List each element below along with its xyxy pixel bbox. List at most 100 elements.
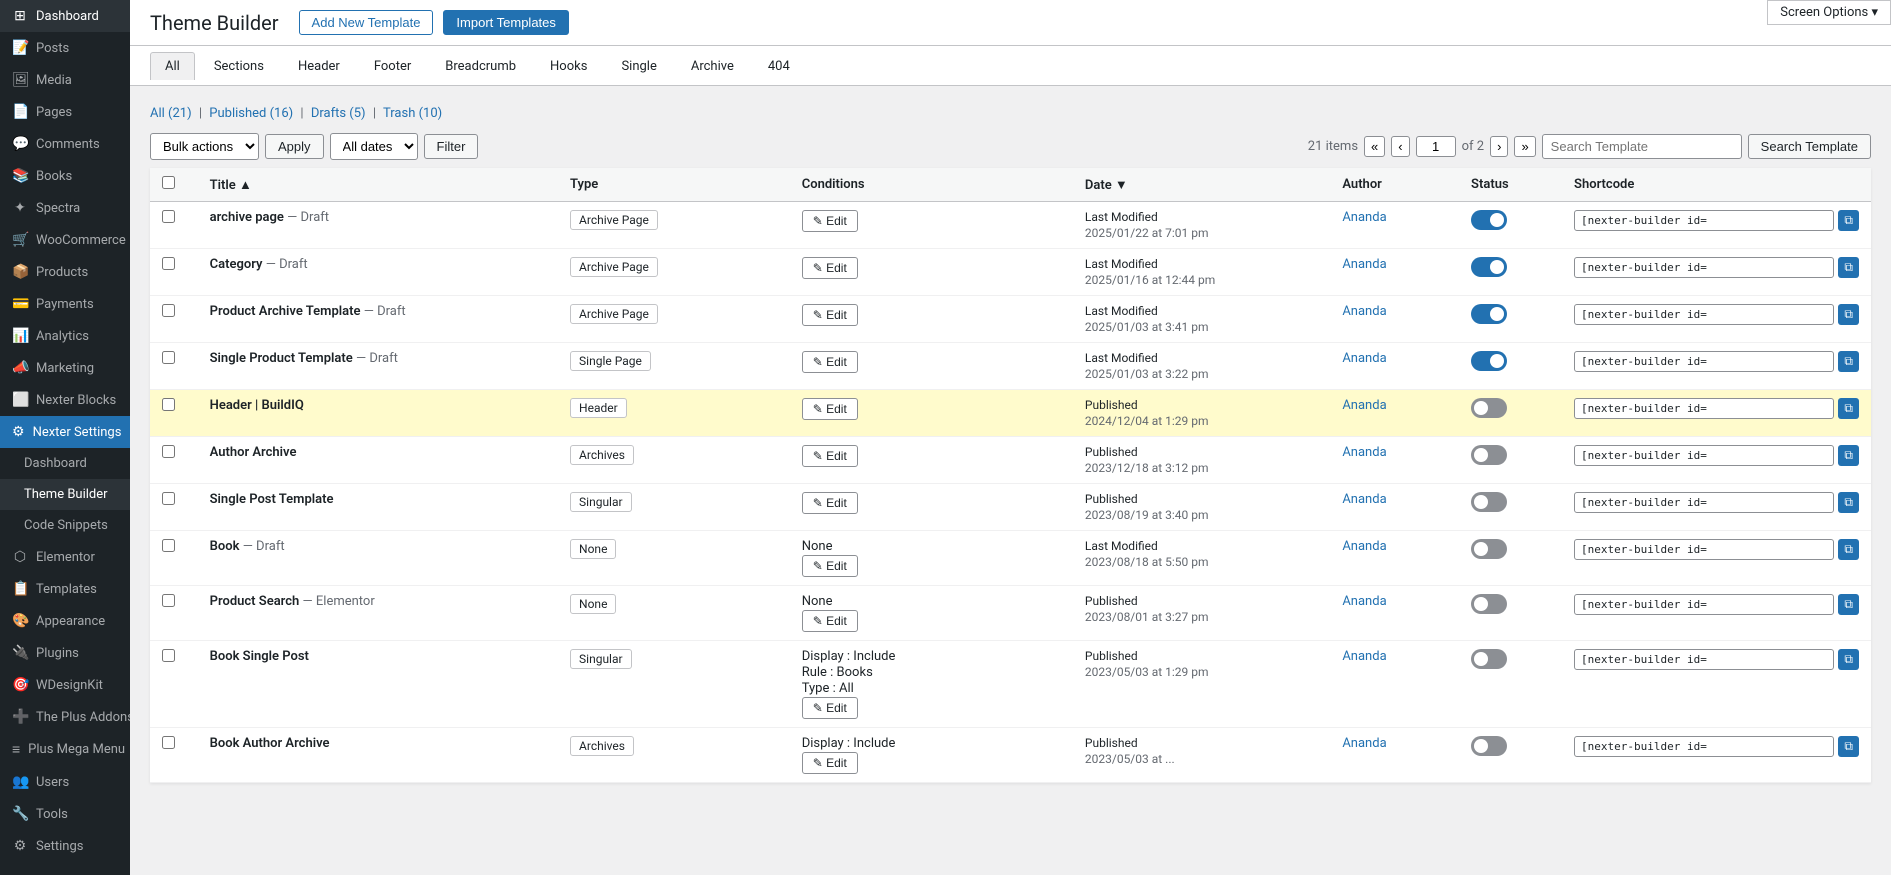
page-number-input[interactable] [1416,136,1456,157]
copy-shortcode-button[interactable]: ⧉ [1838,304,1859,325]
status-toggle[interactable] [1471,351,1507,371]
condition-edit-button[interactable]: ✎ Edit [802,610,858,632]
shortcode-input[interactable] [1574,736,1834,757]
author-link[interactable]: Ananda [1342,445,1386,460]
author-link[interactable]: Ananda [1342,594,1386,609]
search-template-input[interactable] [1542,134,1742,159]
row-checkbox[interactable] [162,257,175,270]
shortcode-input[interactable] [1574,257,1834,278]
row-checkbox[interactable] [162,351,175,364]
author-link[interactable]: Ananda [1342,351,1386,366]
status-toggle[interactable] [1471,304,1507,324]
copy-shortcode-button[interactable]: ⧉ [1838,492,1859,513]
copy-shortcode-button[interactable]: ⧉ [1838,210,1859,231]
status-published-link[interactable]: Published (16) [209,106,293,121]
tab-404[interactable]: 404 [753,52,805,80]
shortcode-input[interactable] [1574,398,1834,419]
status-toggle[interactable] [1471,210,1507,230]
status-toggle[interactable] [1471,594,1507,614]
sidebar-item-users[interactable]: 👥 Users [0,766,130,798]
condition-edit-button[interactable]: ✎ Edit [802,445,858,467]
select-all-checkbox[interactable] [162,176,175,189]
condition-edit-button[interactable]: ✎ Edit [802,555,858,577]
sidebar-item-marketing[interactable]: 📣 Marketing [0,352,130,384]
sidebar-item-books[interactable]: 📚 Books [0,160,130,192]
sidebar-item-woocommerce[interactable]: 🛒 WooCommerce [0,224,130,256]
tab-breadcrumb[interactable]: Breadcrumb [430,52,531,80]
sidebar-item-comments[interactable]: 💬 Comments [0,128,130,160]
status-trash-link[interactable]: Trash (10) [383,106,442,121]
copy-shortcode-button[interactable]: ⧉ [1838,398,1859,419]
condition-edit-button[interactable]: ✎ Edit [802,398,858,420]
copy-shortcode-button[interactable]: ⧉ [1838,649,1859,670]
author-link[interactable]: Ananda [1342,736,1386,751]
sidebar-item-wdesignkit[interactable]: 🎯 WDesignKit [0,669,130,701]
tab-all[interactable]: All [150,52,195,80]
sidebar-item-pages[interactable]: 📄 Pages [0,96,130,128]
status-toggle[interactable] [1471,492,1507,512]
bulk-actions-select[interactable]: Bulk actions [150,133,259,160]
sidebar-item-dashboard2[interactable]: Dashboard [0,448,130,479]
copy-shortcode-button[interactable]: ⧉ [1838,445,1859,466]
row-checkbox[interactable] [162,649,175,662]
sidebar-item-plus-mega[interactable]: ≡ Plus Mega Menu [0,733,130,766]
row-checkbox[interactable] [162,539,175,552]
tab-hooks[interactable]: Hooks [535,52,602,80]
sidebar-item-posts[interactable]: 📝 Posts [0,32,130,64]
last-page-button[interactable]: » [1514,136,1535,157]
first-page-button[interactable]: « [1364,136,1385,157]
shortcode-input[interactable] [1574,539,1834,560]
sidebar-item-plus-addons[interactable]: ➕ The Plus Addons [0,701,130,733]
sidebar-item-media[interactable]: 🖼 Media [0,64,130,96]
sidebar-item-theme-builder[interactable]: Theme Builder [0,479,130,510]
status-toggle[interactable] [1471,736,1507,756]
tab-archive[interactable]: Archive [676,52,749,80]
shortcode-input[interactable] [1574,210,1834,231]
sidebar-item-appearance[interactable]: 🎨 Appearance [0,605,130,637]
status-toggle[interactable] [1471,257,1507,277]
prev-page-button[interactable]: ‹ [1391,136,1409,157]
add-new-template-button[interactable]: Add New Template [299,10,434,35]
row-checkbox[interactable] [162,492,175,505]
sidebar-item-code-snippets[interactable]: Code Snippets [0,510,130,541]
condition-edit-button[interactable]: ✎ Edit [802,697,858,719]
status-toggle[interactable] [1471,649,1507,669]
sidebar-item-elementor[interactable]: ⬡ Elementor [0,541,130,573]
status-toggle[interactable] [1471,445,1507,465]
all-dates-select[interactable]: All dates [330,133,418,160]
shortcode-input[interactable] [1574,304,1834,325]
shortcode-input[interactable] [1574,649,1834,670]
row-checkbox[interactable] [162,736,175,749]
condition-edit-button[interactable]: ✎ Edit [802,304,858,326]
search-template-button[interactable]: Search Template [1748,134,1871,159]
condition-edit-button[interactable]: ✎ Edit [802,351,858,373]
apply-button[interactable]: Apply [265,134,324,159]
author-link[interactable]: Ananda [1342,210,1386,225]
sidebar-item-products[interactable]: 📦 Products [0,256,130,288]
sidebar-item-nexter-settings[interactable]: ⚙ Nexter Settings [0,416,130,448]
author-link[interactable]: Ananda [1342,398,1386,413]
status-toggle[interactable] [1471,398,1507,418]
status-toggle[interactable] [1471,539,1507,559]
condition-edit-button[interactable]: ✎ Edit [802,492,858,514]
sidebar-item-analytics[interactable]: 📊 Analytics [0,320,130,352]
sidebar-item-dashboard[interactable]: ⊞ Dashboard [0,0,130,32]
import-templates-button[interactable]: Import Templates [443,10,568,35]
row-checkbox[interactable] [162,398,175,411]
next-page-button[interactable]: › [1490,136,1508,157]
copy-shortcode-button[interactable]: ⧉ [1838,539,1859,560]
author-link[interactable]: Ananda [1342,492,1386,507]
copy-shortcode-button[interactable]: ⧉ [1838,351,1859,372]
row-checkbox[interactable] [162,304,175,317]
condition-edit-button[interactable]: ✎ Edit [802,210,858,232]
sidebar-item-templates[interactable]: 📋 Templates [0,573,130,605]
sidebar-item-payments[interactable]: 💳 Payments [0,288,130,320]
copy-shortcode-button[interactable]: ⧉ [1838,594,1859,615]
filter-button[interactable]: Filter [424,134,479,159]
row-checkbox[interactable] [162,445,175,458]
shortcode-input[interactable] [1574,492,1834,513]
sidebar-item-spectra[interactable]: ✦ Spectra [0,192,130,224]
copy-shortcode-button[interactable]: ⧉ [1838,736,1859,757]
status-drafts-link[interactable]: Drafts (5) [311,106,366,121]
author-link[interactable]: Ananda [1342,649,1386,664]
